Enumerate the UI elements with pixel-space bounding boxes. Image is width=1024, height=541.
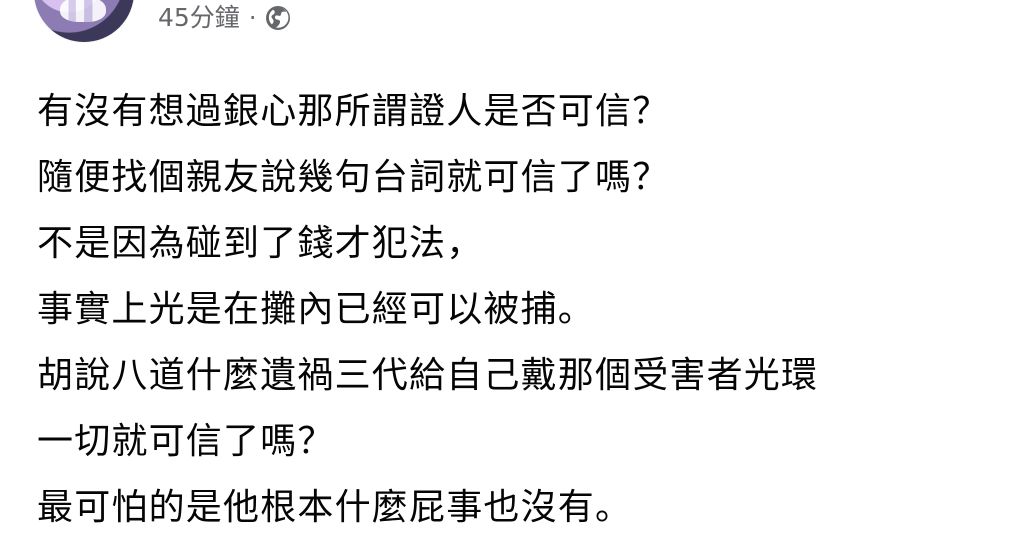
globe-icon[interactable]	[264, 4, 292, 32]
avatar[interactable]	[34, 0, 134, 42]
post-line-4: 事實上光是在攤內已經可以被捕。	[37, 289, 596, 330]
post-line-6: 一切就可信了嗎？	[37, 421, 335, 462]
post-header: 45分鐘 ·	[0, 0, 1024, 45]
post-line-7: 最可怕的是他根本什麼屁事也沒有。	[37, 487, 633, 528]
post-line-5: 胡說八道什麼遺禍三代給自己戴那個受害者光環	[37, 355, 819, 396]
post-time[interactable]: 45分鐘	[158, 1, 240, 35]
meta-separator: ·	[248, 4, 257, 32]
post-line-1: 有沒有想過銀心那所謂證人是否可信？	[37, 91, 670, 132]
post-line-2: 隨便找個親友說幾句台詞就可信了嗎？	[37, 157, 670, 198]
post-meta: 45分鐘 ·	[158, 1, 292, 35]
post-line-3: 不是因為碰到了錢才犯法，	[37, 223, 484, 264]
post-text: 有沒有想過銀心那所謂證人是否可信？ 隨便找個親友說幾句台詞就可信了嗎？ 不是因為…	[37, 79, 937, 541]
